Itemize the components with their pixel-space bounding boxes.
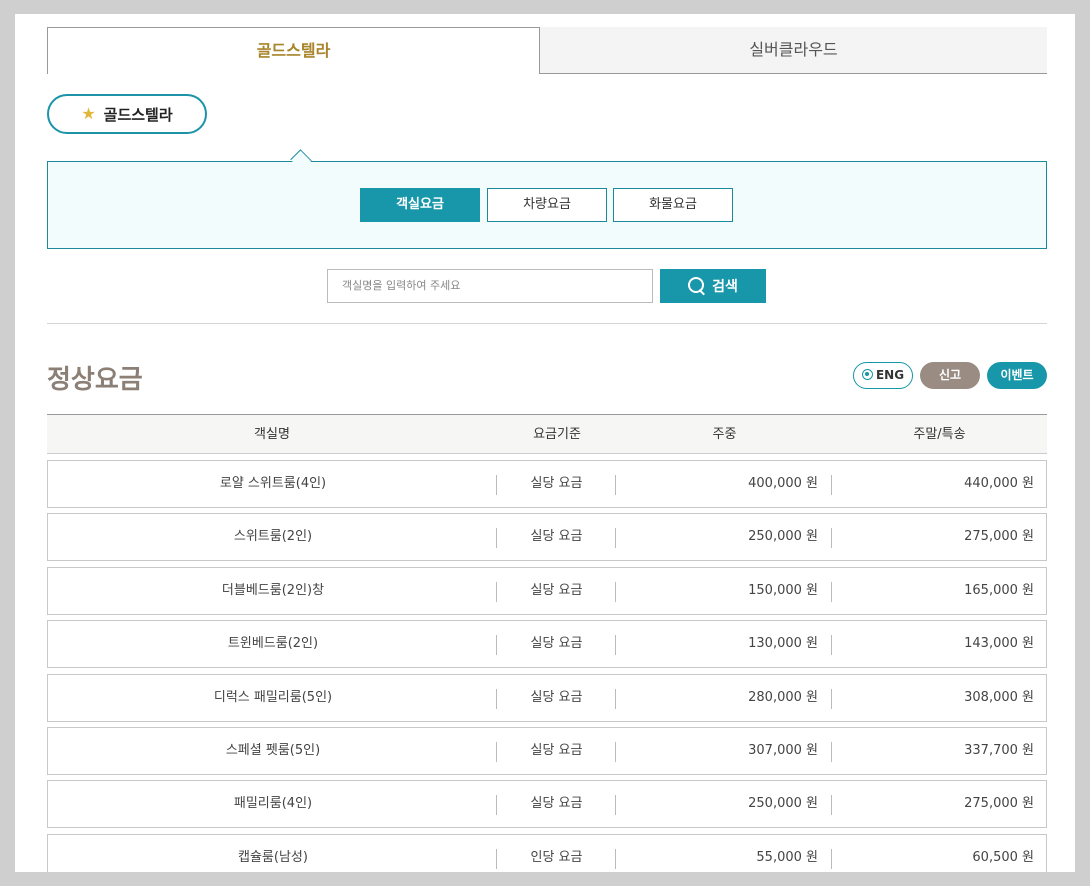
globe-icon bbox=[861, 369, 873, 380]
weekend-price-cell: 275,000 원 bbox=[964, 796, 1034, 812]
fare-basis-cell: 실당 요금 bbox=[530, 796, 583, 812]
page-frame: 골드스텔라 실버클라우드 ★ 골드스텔라 객실요금 차량요금 화물요금 객실명을… bbox=[15, 14, 1075, 872]
column-separator bbox=[496, 848, 497, 869]
column-separator bbox=[831, 475, 832, 495]
column-separator bbox=[615, 475, 616, 495]
fare-basis-cell: 실당 요금 bbox=[530, 742, 583, 758]
fare-basis-cell: 인당 요금 bbox=[530, 849, 583, 865]
weekend-price-cell: 440,000 원 bbox=[964, 476, 1034, 491]
weekday-price-cell: 307,000 원 bbox=[748, 742, 818, 758]
ship-name-pill: ★ 골드스텔라 bbox=[47, 94, 207, 134]
weekday-price-cell: 250,000 원 bbox=[748, 796, 818, 812]
column-separator bbox=[615, 635, 616, 656]
column-separator bbox=[831, 848, 832, 869]
room-name-cell: 트윈베드룸(2인) bbox=[227, 636, 319, 652]
fare-table-body: 로얄 스위트룸(4인) 실당 요금 400,000 원 440,000 원스위트룸(2… bbox=[47, 460, 1047, 872]
weekday-price-cell: 280,000 원 bbox=[748, 689, 818, 705]
column-separator bbox=[496, 688, 497, 709]
column-separator bbox=[496, 635, 497, 656]
tab-silver-cloud[interactable]: 실버클라우드 bbox=[540, 27, 1047, 74]
eng-label: ENG bbox=[875, 368, 905, 382]
room-name-cell: 캡슐룸(남성) bbox=[238, 849, 308, 865]
room-name-cell: 로얄 스위트룸(4인) bbox=[219, 476, 327, 491]
header-fare-basis: 요금기준 bbox=[533, 427, 581, 442]
column-separator bbox=[496, 741, 497, 762]
header-room-name: 객실명 bbox=[254, 427, 290, 442]
table-row: 더블베드룸(2인)창 실당 요금 150,000 원 165,000 원 bbox=[47, 566, 1047, 615]
table-row: 스페셜 펫룸(5인) 실당 요금 307,000 원 337,700 원 bbox=[47, 726, 1047, 775]
room-name-cell: 패밀리룸(4인) bbox=[233, 796, 313, 812]
column-separator bbox=[615, 741, 616, 762]
fare-type-vehicle-button[interactable]: 차량요금 bbox=[487, 188, 607, 222]
table-header: 객실명 요금기준 주중 주말/특송 bbox=[47, 414, 1047, 454]
column-separator bbox=[496, 528, 497, 549]
fare-type-box: 객실요금 차량요금 화물요금 bbox=[47, 149, 1047, 249]
pointer-arrow bbox=[290, 149, 312, 171]
ship-name-label: 골드스텔라 bbox=[103, 105, 173, 124]
column-separator bbox=[615, 848, 616, 869]
column-separator bbox=[831, 635, 832, 656]
search-icon bbox=[688, 277, 706, 295]
star-icon: ★ bbox=[81, 104, 96, 123]
weekend-price-cell: 337,700 원 bbox=[964, 742, 1034, 758]
fare-basis-cell: 실당 요금 bbox=[530, 529, 583, 545]
column-separator bbox=[615, 688, 616, 709]
weekday-price-cell: 250,000 원 bbox=[748, 529, 818, 545]
search-button-label: 검색 bbox=[712, 279, 738, 295]
weekend-price-cell: 60,500 원 bbox=[972, 849, 1034, 865]
weekend-price-cell: 308,000 원 bbox=[964, 689, 1034, 705]
column-separator bbox=[831, 581, 832, 602]
room-name-cell: 디럭스 패밀리룸(5인) bbox=[213, 689, 333, 705]
report-button[interactable]: 신고 bbox=[920, 362, 980, 389]
column-separator bbox=[615, 581, 616, 602]
weekday-price-cell: 400,000 원 bbox=[748, 476, 818, 491]
column-separator bbox=[496, 475, 497, 495]
weekend-price-cell: 165,000 원 bbox=[964, 582, 1034, 598]
weekday-price-cell: 55,000 원 bbox=[756, 849, 818, 865]
divider bbox=[47, 323, 1047, 324]
table-row: 캡슐룸(남성) 인당 요금 55,000 원 60,500 원 bbox=[47, 833, 1047, 872]
column-separator bbox=[496, 581, 497, 602]
table-row: 패밀리룸(4인) 실당 요금 250,000 원 275,000 원 bbox=[47, 780, 1047, 829]
table-row: 스위트룸(2인) 실당 요금 250,000 원 275,000 원 bbox=[47, 513, 1047, 562]
ship-tabs: 골드스텔라 실버클라우드 bbox=[47, 27, 1047, 74]
room-name-cell: 스페셜 펫룸(5인) bbox=[225, 742, 321, 758]
fare-basis-cell: 실당 요금 bbox=[530, 476, 583, 491]
column-separator bbox=[831, 741, 832, 762]
column-separator bbox=[496, 795, 497, 816]
event-button[interactable]: 이벤트 bbox=[987, 362, 1047, 389]
room-name-cell: 더블베드룸(2인)창 bbox=[221, 582, 325, 598]
fare-basis-cell: 실당 요금 bbox=[530, 636, 583, 652]
search-input[interactable]: 객실명을 입력하여 주세요 bbox=[327, 269, 653, 303]
column-separator bbox=[831, 528, 832, 549]
weekday-price-cell: 130,000 원 bbox=[748, 636, 818, 652]
weekend-price-cell: 275,000 원 bbox=[964, 529, 1034, 545]
header-weekend: 주말/특송 bbox=[913, 427, 966, 442]
weekday-price-cell: 150,000 원 bbox=[748, 582, 818, 598]
fare-basis-cell: 실당 요금 bbox=[530, 582, 583, 598]
column-separator bbox=[615, 528, 616, 549]
table-row: 디럭스 패밀리룸(5인) 실당 요금 280,000 원 308,000 원 bbox=[47, 673, 1047, 722]
section-title: 정상요금 bbox=[47, 365, 143, 395]
search-button[interactable]: 검색 bbox=[660, 269, 766, 303]
table-row: 로얄 스위트룸(4인) 실당 요금 400,000 원 440,000 원 bbox=[47, 460, 1047, 508]
room-name-cell: 스위트룸(2인) bbox=[233, 529, 313, 545]
weekend-price-cell: 143,000 원 bbox=[964, 636, 1034, 652]
tab-gold-stella[interactable]: 골드스텔라 bbox=[47, 27, 540, 74]
table-row: 트윈베드룸(2인) 실당 요금 130,000 원 143,000 원 bbox=[47, 620, 1047, 669]
header-weekday: 주중 bbox=[712, 427, 737, 442]
eng-button[interactable]: ENG bbox=[853, 362, 913, 389]
fare-basis-cell: 실당 요금 bbox=[530, 689, 583, 705]
fare-type-room-button[interactable]: 객실요금 bbox=[360, 188, 480, 222]
column-separator bbox=[615, 795, 616, 816]
column-separator bbox=[831, 688, 832, 709]
column-separator bbox=[831, 795, 832, 816]
fare-type-cargo-button[interactable]: 화물요금 bbox=[613, 188, 733, 222]
